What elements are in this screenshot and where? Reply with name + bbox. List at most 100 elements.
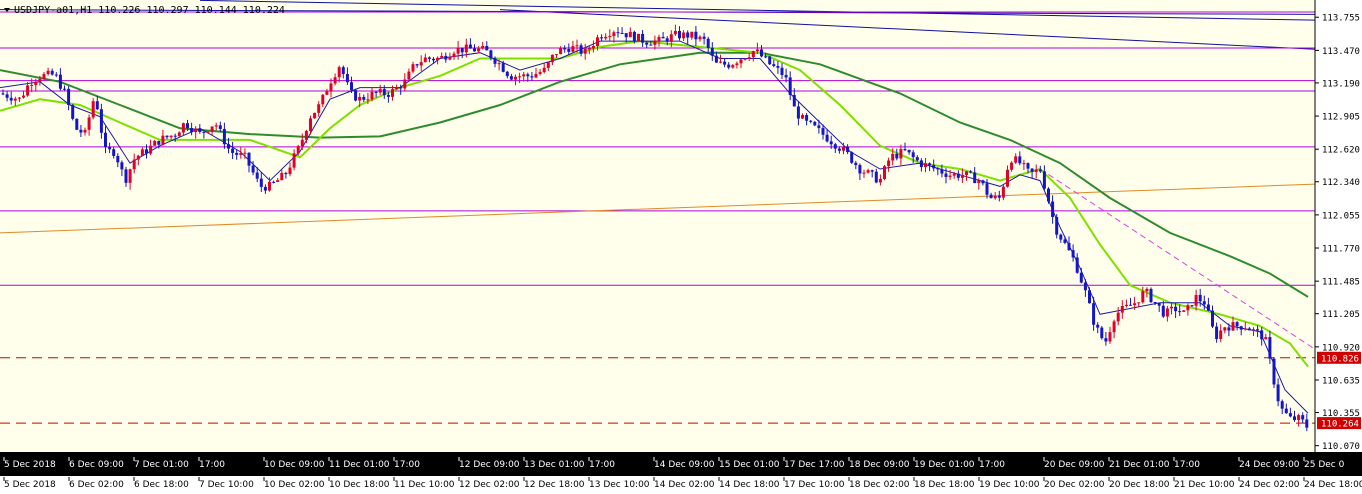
candle-body[interactable] (751, 51, 755, 58)
candle-body[interactable] (821, 128, 825, 135)
candle-body[interactable] (846, 146, 850, 153)
candle-body[interactable] (645, 42, 649, 45)
candle-body[interactable] (690, 31, 694, 38)
candle-body[interactable] (218, 125, 222, 129)
candle-body[interactable] (698, 36, 702, 40)
candle-body[interactable] (546, 62, 550, 68)
candle-body[interactable] (58, 74, 62, 89)
candle-body[interactable] (227, 144, 230, 149)
candle-body[interactable] (801, 115, 804, 119)
candle-body[interactable] (423, 57, 427, 63)
candle-body[interactable] (956, 173, 960, 178)
candle-body[interactable] (550, 54, 554, 63)
candle-body[interactable] (1260, 330, 1264, 340)
candle-body[interactable] (784, 74, 788, 78)
candle-body[interactable] (473, 48, 476, 52)
candle-body[interactable] (75, 118, 79, 130)
candle-body[interactable] (1022, 163, 1026, 165)
candle-body[interactable] (1116, 312, 1120, 322)
candle-body[interactable] (354, 90, 358, 101)
candle-body[interactable] (173, 135, 177, 137)
candle-body[interactable] (1129, 304, 1132, 306)
candle-body[interactable] (50, 70, 54, 75)
candle-body[interactable] (30, 84, 34, 86)
candle-body[interactable] (702, 36, 706, 39)
candle-body[interactable] (796, 106, 800, 119)
candle-body[interactable] (1051, 201, 1055, 218)
candle-body[interactable] (132, 159, 136, 170)
candle-body[interactable] (883, 166, 886, 179)
candle-body[interactable] (124, 169, 128, 183)
candle-body[interactable] (1170, 306, 1173, 309)
candle-body[interactable] (1063, 239, 1067, 243)
candle-body[interactable] (596, 37, 599, 46)
candle-body[interactable] (854, 162, 858, 166)
candle-body[interactable] (263, 186, 267, 191)
candle-body[interactable] (95, 101, 99, 110)
candle-body[interactable] (825, 134, 829, 142)
candle-body[interactable] (997, 195, 1001, 198)
candle-body[interactable] (555, 54, 558, 56)
candle-body[interactable] (632, 31, 636, 42)
candle-body[interactable] (1096, 324, 1100, 328)
candle-body[interactable] (965, 171, 968, 176)
candle-body[interactable] (1124, 304, 1128, 307)
candle-body[interactable] (1219, 330, 1223, 339)
candle-body[interactable] (833, 144, 837, 149)
candle-body[interactable] (399, 87, 403, 89)
candle-body[interactable] (747, 57, 751, 59)
candle-body[interactable] (559, 48, 563, 55)
candle-body[interactable] (1280, 401, 1284, 409)
candle-body[interactable] (1018, 156, 1022, 164)
candle-body[interactable] (190, 128, 194, 133)
candle-body[interactable] (731, 65, 735, 68)
candle-body[interactable] (153, 140, 157, 146)
candle-body[interactable] (1190, 305, 1194, 307)
candle-body[interactable] (813, 121, 817, 126)
candle-body[interactable] (231, 148, 235, 153)
candle-body[interactable] (948, 175, 952, 177)
candle-body[interactable] (104, 132, 107, 148)
candle-body[interactable] (837, 148, 841, 151)
candle-body[interactable] (1, 93, 5, 95)
candle-body[interactable] (760, 49, 763, 57)
candle-body[interactable] (448, 56, 452, 60)
candle-body[interactable] (628, 31, 632, 38)
candle-body[interactable] (1133, 303, 1137, 306)
candle-body[interactable] (391, 89, 394, 97)
price-chart[interactable]: 113.755 113.470 113.190 112.905 112.620 112.3… (0, 0, 1362, 494)
candle-body[interactable] (870, 170, 874, 172)
candle-body[interactable] (214, 125, 218, 127)
candle-body[interactable] (288, 167, 292, 175)
candle-body[interactable] (1268, 337, 1272, 359)
candle-body[interactable] (235, 152, 239, 155)
candle-body[interactable] (9, 97, 13, 101)
candle-body[interactable] (1198, 294, 1202, 302)
candle-body[interactable] (891, 153, 895, 161)
candle-body[interactable] (612, 32, 616, 37)
candle-body[interactable] (542, 67, 546, 73)
candle-body[interactable] (932, 165, 936, 169)
candle-body[interactable] (719, 61, 722, 63)
candle-body[interactable] (887, 160, 891, 167)
candle-body[interactable] (772, 64, 776, 66)
candle-body[interactable] (140, 149, 144, 156)
candle-body[interactable] (944, 173, 948, 177)
candle-body[interactable] (1112, 321, 1116, 333)
candle-body[interactable] (993, 195, 997, 199)
candle-body[interactable] (120, 162, 124, 170)
candle-body[interactable] (501, 63, 505, 72)
candle-body[interactable] (522, 74, 526, 77)
candle-body[interactable] (370, 91, 374, 100)
candle-body[interactable] (34, 81, 38, 85)
candle-body[interactable] (981, 180, 985, 184)
candle-body[interactable] (600, 37, 604, 39)
candle-body[interactable] (272, 181, 276, 183)
candle-body[interactable] (940, 169, 944, 174)
candle-body[interactable] (83, 129, 87, 133)
candle-body[interactable] (1161, 305, 1165, 317)
candle-body[interactable] (1059, 234, 1063, 240)
candle-body[interactable] (309, 118, 312, 131)
candle-body[interactable] (177, 132, 181, 137)
candle-body[interactable] (436, 57, 440, 61)
